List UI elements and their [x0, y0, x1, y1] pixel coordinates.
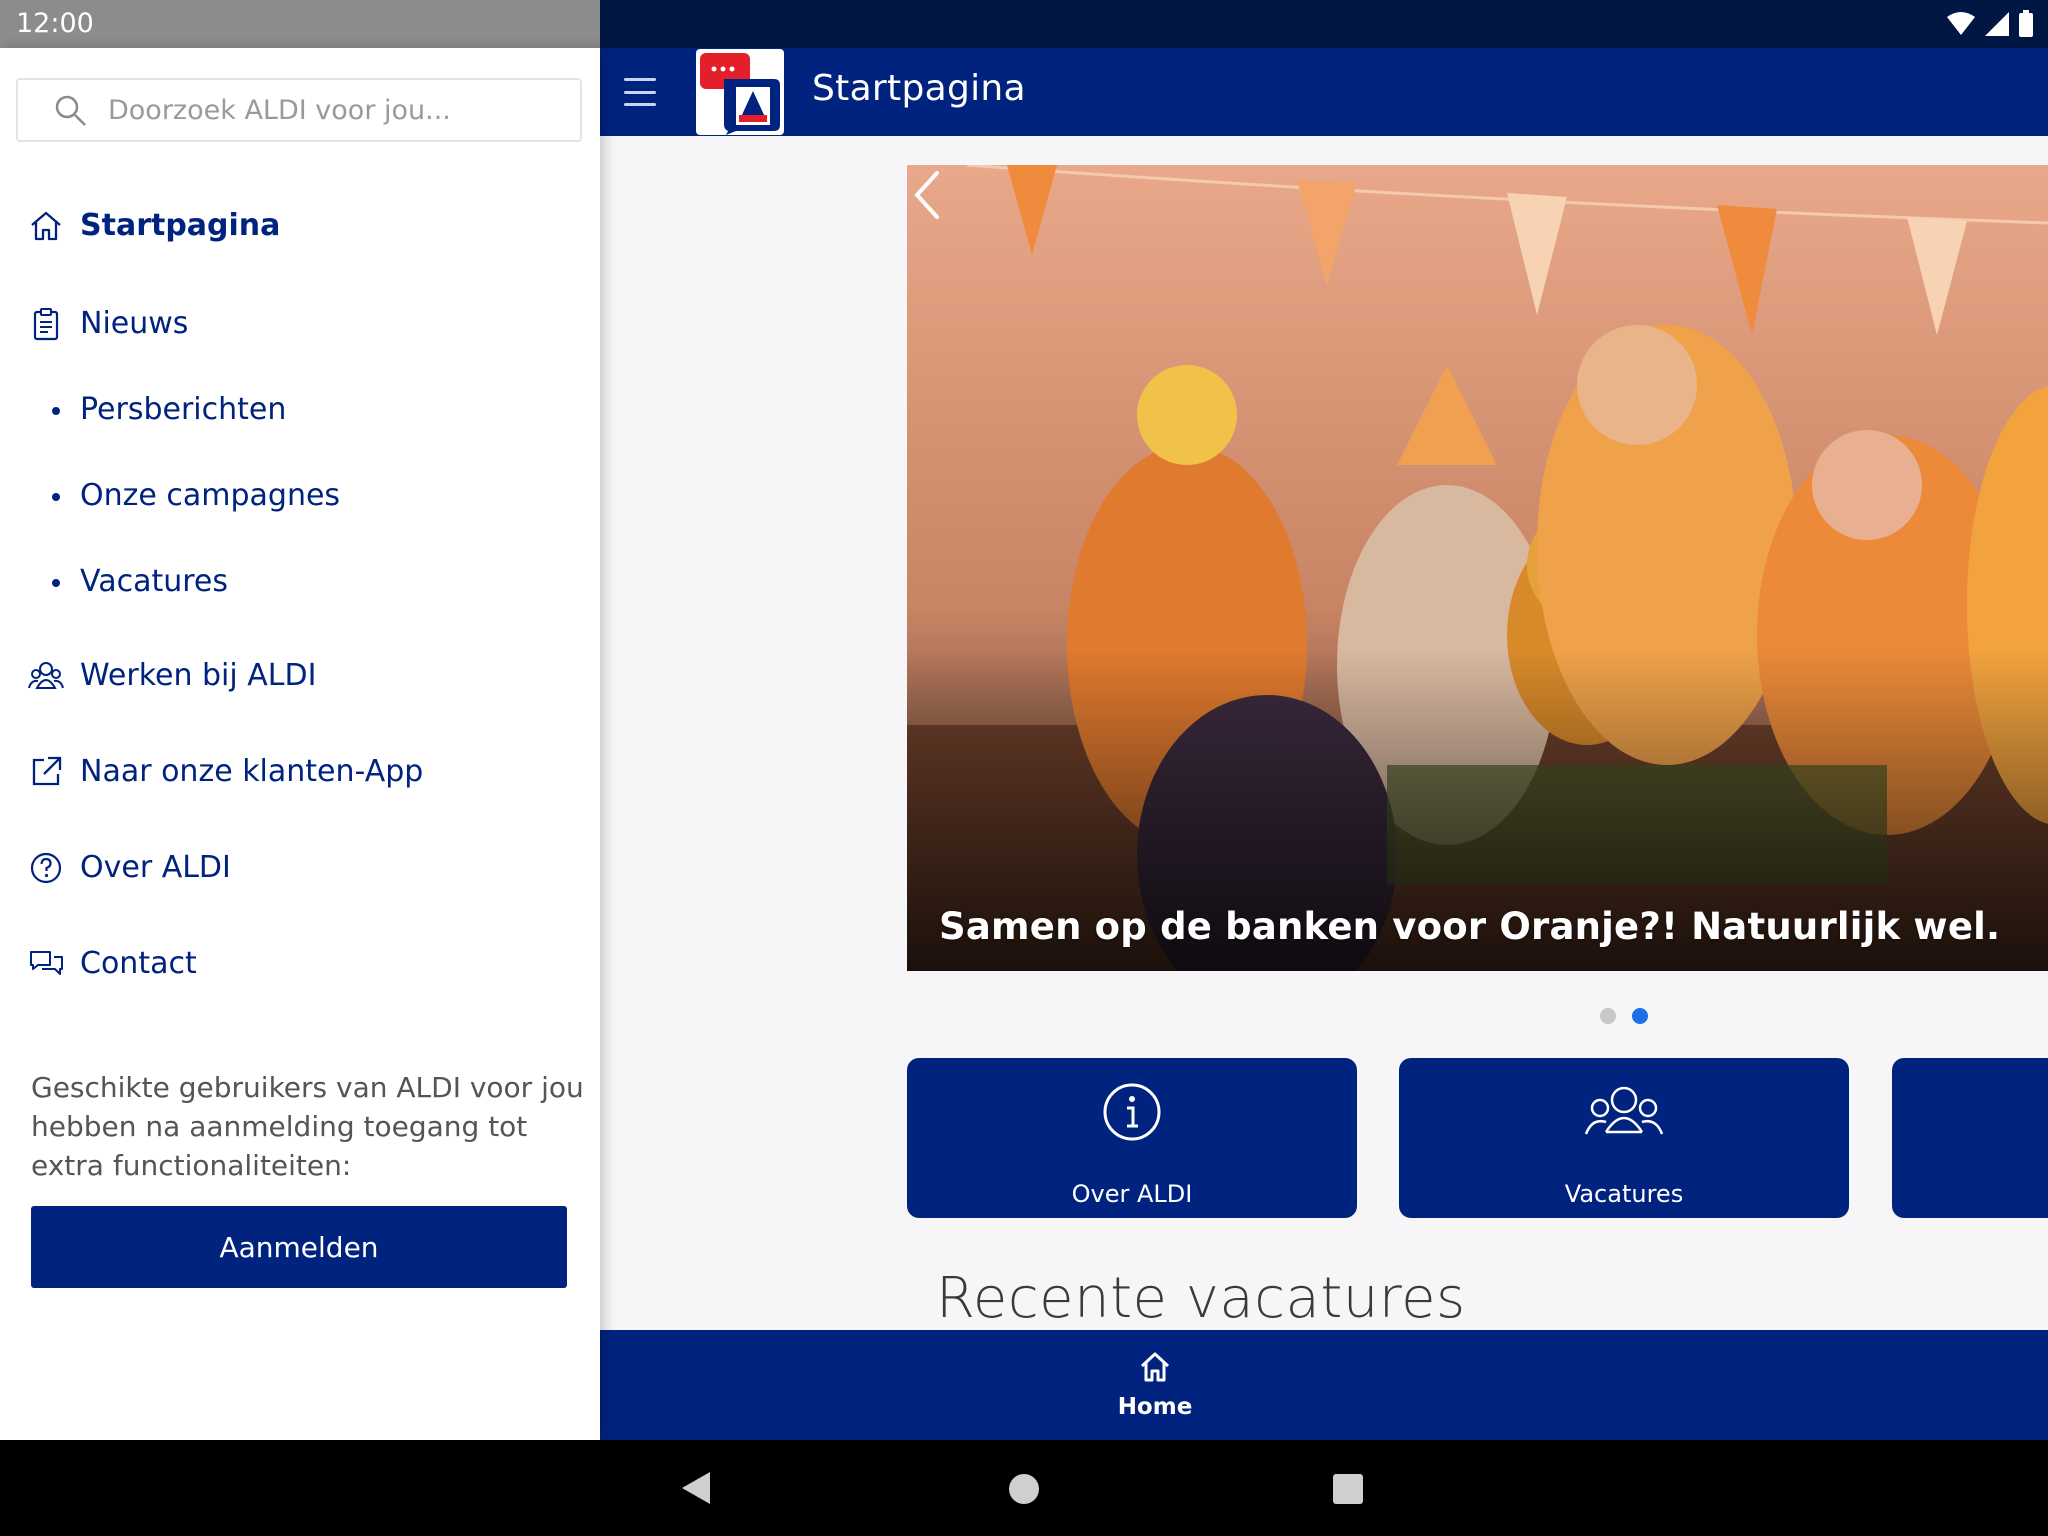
- recents-icon[interactable]: [1333, 1474, 1363, 1504]
- aldi-logo: [696, 49, 784, 135]
- hero-caption[interactable]: Samen op de banken voor Oranje?! Natuurl…: [939, 905, 2000, 948]
- drawer-item-startpagina[interactable]: Startpagina: [0, 190, 600, 262]
- drawer-item-vacatures[interactable]: Vacatures: [0, 546, 600, 618]
- search-input[interactable]: [108, 88, 568, 132]
- tile-label: Vacatures: [1564, 1180, 1684, 1208]
- carousel-dot-active[interactable]: [1632, 1008, 1648, 1024]
- tile-over-aldi[interactable]: Over ALDI: [907, 1058, 1357, 1218]
- signal-icon: [1985, 12, 2009, 36]
- clock: 12:00: [16, 8, 94, 39]
- drawer-item-label: Persberichten: [80, 392, 287, 427]
- drawer-item-klanten-app[interactable]: Naar onze klanten-App: [0, 736, 600, 808]
- drawer-item-label: Naar onze klanten-App: [80, 754, 424, 789]
- carousel-dot[interactable]: [1600, 1008, 1616, 1024]
- carousel-pagination: [1600, 1008, 1648, 1024]
- section-title: Recente vacatures: [936, 1266, 1466, 1331]
- drawer-item-persberichten[interactable]: Persberichten: [0, 374, 600, 446]
- chat-icon: [30, 951, 63, 975]
- bullet-icon: [52, 493, 60, 501]
- carousel-prev-icon[interactable]: [907, 165, 947, 225]
- drawer-item-label: Startpagina: [80, 208, 281, 243]
- drawer-item-label: Over ALDI: [80, 850, 231, 885]
- nav-home-label: Home: [1117, 1394, 1193, 1420]
- drawer-item-label: Vacatures: [80, 564, 228, 599]
- tile-vacatures[interactable]: Vacatures: [1399, 1058, 1849, 1218]
- login-info-text: Geschikte gebruikers van ALDI voor jou h…: [31, 1071, 584, 1182]
- system-navigation-bar: [0, 1440, 2048, 1536]
- hero-carousel[interactable]: Samen op de banken voor Oranje?! Natuurl…: [907, 165, 2048, 971]
- hero-image: [907, 165, 2048, 971]
- search-field[interactable]: [16, 78, 582, 142]
- drawer-item-label: Onze campagnes: [80, 478, 341, 513]
- bullet-icon: [52, 579, 60, 587]
- drawer-item-onze-campagnes[interactable]: Onze campagnes: [0, 460, 600, 532]
- login-button[interactable]: Aanmelden: [31, 1206, 567, 1288]
- nav-home[interactable]: Home: [1080, 1342, 1230, 1432]
- info-icon: [1103, 1083, 1161, 1141]
- bullet-icon: [52, 407, 60, 415]
- home-content: Samen op de banken voor Oranje?! Natuurl…: [600, 136, 2048, 1332]
- drawer-item-label: Nieuws: [80, 306, 189, 341]
- clipboard-icon: [33, 308, 59, 341]
- back-icon[interactable]: [680, 1470, 712, 1506]
- drawer-item-contact[interactable]: Contact: [0, 928, 600, 1000]
- home-icon: [1140, 1352, 1170, 1382]
- bottom-navigation: Home: [600, 1330, 2048, 1440]
- team-icon: [1584, 1086, 1664, 1135]
- battery-icon: [2019, 10, 2033, 37]
- home-icon: [31, 211, 61, 241]
- tile-label: Over ALDI: [1071, 1180, 1193, 1208]
- drawer-item-label: Contact: [80, 946, 197, 981]
- search-icon: [55, 95, 86, 126]
- drawer-item-label: Werken bij ALDI: [80, 658, 317, 693]
- menu-icon[interactable]: [622, 74, 658, 110]
- page-title: Startpagina: [812, 68, 1026, 109]
- status-bar: [600, 0, 2048, 48]
- external-link-icon: [32, 756, 62, 786]
- question-icon: [30, 852, 62, 884]
- navigation-drawer: Startpagina Nieuws Persberichten Onze ca…: [0, 48, 600, 1440]
- drawer-status-bar: 12:00: [0, 0, 600, 48]
- tile-next[interactable]: [1892, 1058, 2048, 1218]
- drawer-item-nieuws[interactable]: Nieuws: [0, 288, 600, 360]
- drawer-item-werken-bij-aldi[interactable]: Werken bij ALDI: [0, 640, 600, 712]
- drawer-item-over-aldi[interactable]: Over ALDI: [0, 832, 600, 904]
- home-circle-icon[interactable]: [1009, 1474, 1039, 1504]
- app-bar: Startpagina: [600, 48, 2048, 136]
- people-icon: [28, 662, 64, 689]
- wifi-icon: [1947, 12, 1975, 35]
